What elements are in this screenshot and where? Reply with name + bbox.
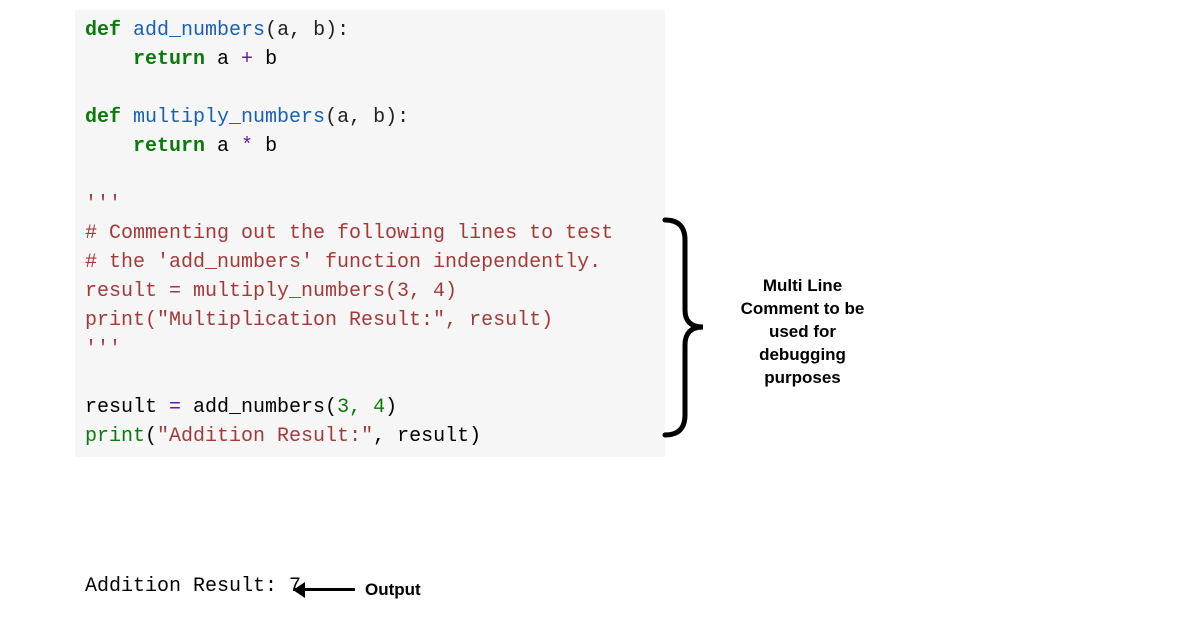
code-block: def add_numbers(a, b): return a + b def …	[75, 10, 665, 457]
args: 3, 4	[337, 396, 385, 419]
fn-add-numbers: add_numbers	[133, 19, 265, 42]
comment-line-2: # the 'add_numbers' function independent…	[85, 251, 601, 274]
output-label: Output	[365, 580, 421, 600]
commented-code-2: print("Multiplication Result:", result)	[85, 309, 553, 332]
open-paren: (	[145, 425, 157, 448]
rest-args: , result)	[373, 425, 481, 448]
annotation-text: Multi Line Comment to be used for debugg…	[725, 275, 880, 390]
commented-code-1: result = multiply_numbers(3, 4)	[85, 280, 457, 303]
triple-quote-close: '''	[85, 338, 121, 361]
expr-b: b	[253, 48, 277, 71]
keyword-return: return	[133, 48, 205, 71]
op-equals: =	[169, 396, 181, 419]
params: (a, b):	[265, 19, 349, 42]
close-paren: )	[385, 396, 397, 419]
fn-multiply-numbers: multiply_numbers	[133, 106, 325, 129]
comment-line-1: # Commenting out the following lines to …	[85, 222, 613, 245]
op-plus: +	[241, 48, 253, 71]
assignment-lhs: result	[85, 396, 169, 419]
keyword-def: def	[85, 19, 121, 42]
triple-quote-open: '''	[85, 193, 121, 216]
output-text: Addition Result: 7	[85, 575, 301, 598]
op-star: *	[241, 135, 253, 158]
expr: a	[205, 48, 241, 71]
fn-print: print	[85, 425, 145, 448]
keyword-def: def	[85, 106, 121, 129]
keyword-return: return	[133, 135, 205, 158]
string-literal: "Addition Result:"	[157, 425, 373, 448]
fn-call: add_numbers(	[181, 396, 337, 419]
expr-b: b	[253, 135, 277, 158]
expr: a	[205, 135, 241, 158]
curly-brace-icon	[655, 215, 715, 440]
arrow-left-icon	[295, 582, 355, 596]
params: (a, b):	[325, 106, 409, 129]
